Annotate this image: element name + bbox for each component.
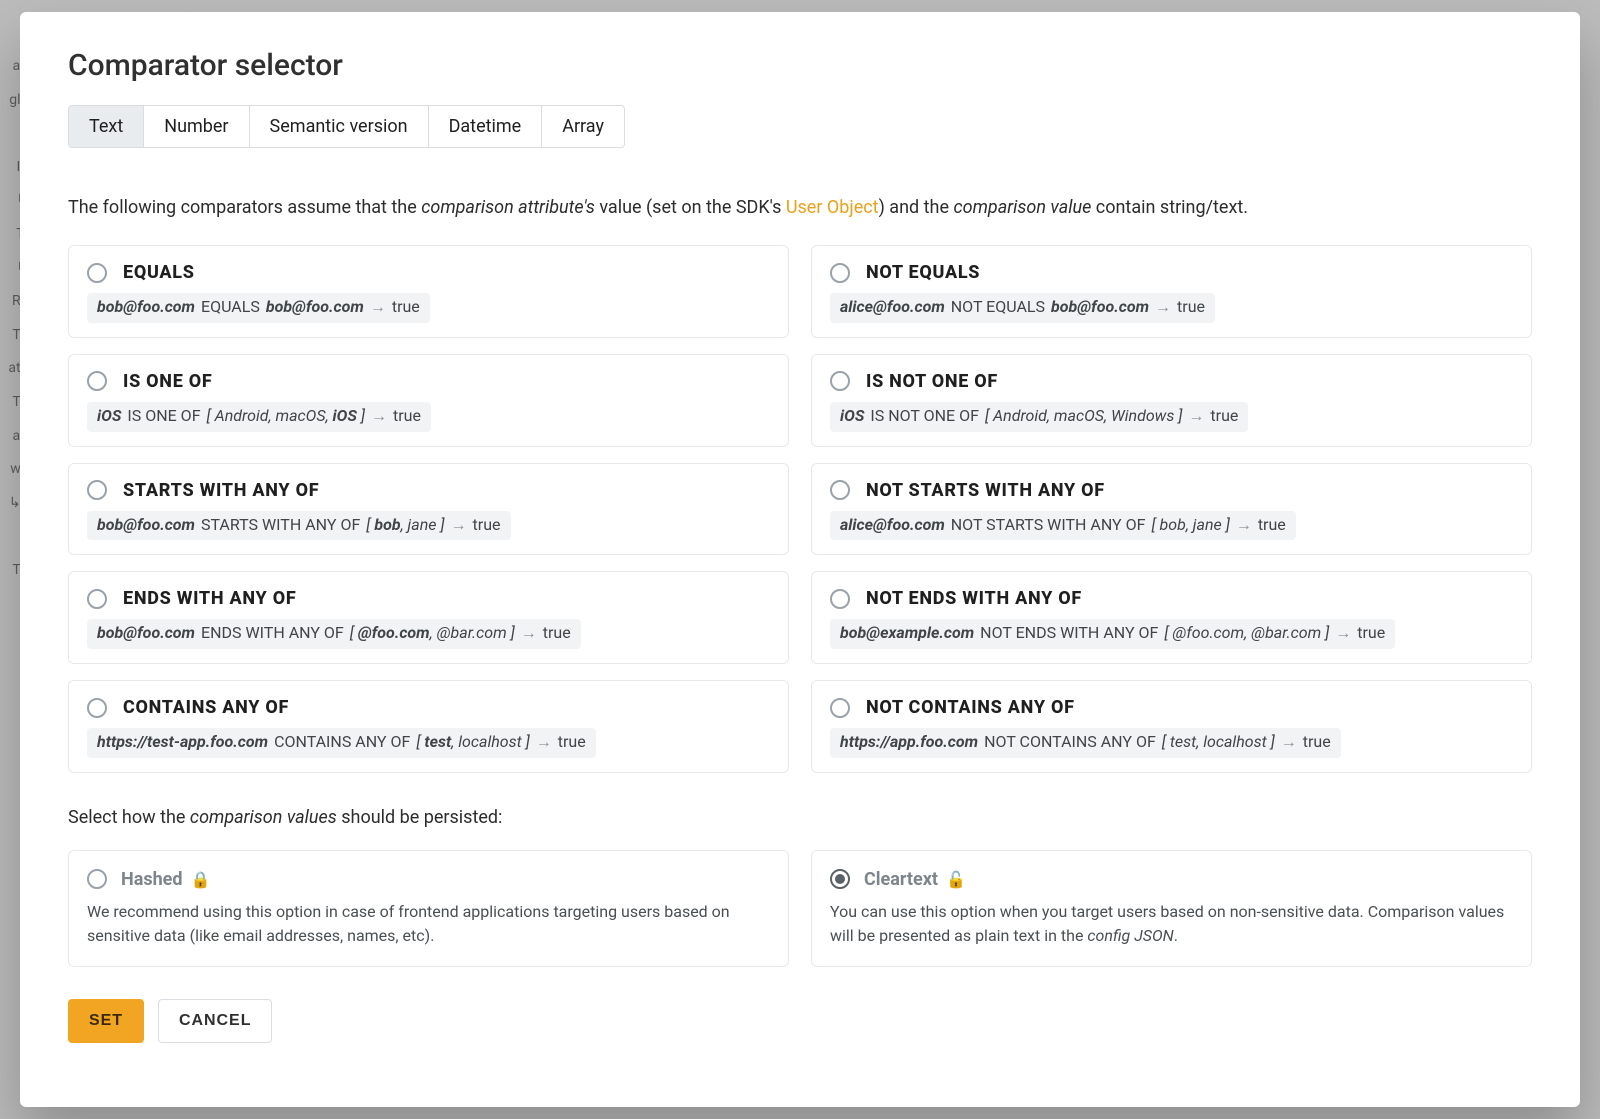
comparator-option-not-starts-with-any-of[interactable]: NOT STARTS WITH ANY OF alice@foo.com NOT … — [811, 463, 1532, 556]
comparator-option-is-not-one-of[interactable]: IS NOT ONE OF iOS IS NOT ONE OF [ Android… — [811, 354, 1532, 447]
comparator-title: NOT EQUALS — [866, 262, 980, 283]
example-chip: alice@foo.com NOT EQUALS bob@foo.com → t… — [830, 293, 1215, 323]
tab-datetime[interactable]: Datetime — [428, 105, 543, 148]
radio-icon[interactable] — [830, 371, 850, 391]
example-chip: iOS IS ONE OF [ Android, macOS, iOS ] → … — [87, 402, 431, 432]
radio-icon[interactable] — [87, 869, 107, 889]
persist-description: You can use this option when you target … — [830, 900, 1511, 948]
persist-description: We recommend using this option in case o… — [87, 900, 768, 948]
comparator-option-not-equals[interactable]: NOT EQUALS alice@foo.com NOT EQUALS bob@f… — [811, 245, 1532, 338]
tab-text[interactable]: Text — [68, 105, 144, 148]
comparator-title: NOT STARTS WITH ANY OF — [866, 480, 1105, 501]
persist-title: Hashed🔒 — [121, 869, 210, 890]
user-object-link[interactable]: User Object — [786, 197, 879, 218]
persist-option-hashed[interactable]: Hashed🔒 We recommend using this option in… — [68, 850, 789, 967]
dialog-title: Comparator selector — [68, 48, 1532, 83]
tab-semver[interactable]: Semantic version — [249, 105, 429, 148]
example-chip: alice@foo.com NOT STARTS WITH ANY OF [ b… — [830, 511, 1296, 541]
example-chip: bob@foo.com STARTS WITH ANY OF [ bob, ja… — [87, 511, 511, 541]
comparator-option-equals[interactable]: EQUALS bob@foo.com EQUALS bob@foo.com → t… — [68, 245, 789, 338]
example-chip: https://app.foo.com NOT CONTAINS ANY OF … — [830, 728, 1341, 758]
radio-icon[interactable] — [830, 589, 850, 609]
comparator-title: NOT ENDS WITH ANY OF — [866, 588, 1082, 609]
radio-icon[interactable] — [87, 480, 107, 500]
radio-icon[interactable] — [830, 263, 850, 283]
radio-icon[interactable] — [87, 698, 107, 718]
persist-options-grid: Hashed🔒 We recommend using this option in… — [68, 850, 1532, 967]
radio-icon[interactable] — [87, 371, 107, 391]
unlock-icon: 🔓 — [946, 870, 966, 889]
intro-text: The following comparators assume that th… — [68, 194, 1532, 221]
comparator-option-not-ends-with-any-of[interactable]: NOT ENDS WITH ANY OF bob@example.com NOT … — [811, 571, 1532, 664]
tab-array[interactable]: Array — [541, 105, 625, 148]
comparator-selector-dialog: Comparator selector TextNumberSemantic v… — [20, 12, 1580, 1107]
example-chip: bob@foo.com ENDS WITH ANY OF [ @foo.com,… — [87, 619, 581, 649]
lock-icon: 🔒 — [191, 870, 211, 889]
comparator-title: EQUALS — [123, 262, 195, 283]
type-tabs: TextNumberSemantic versionDatetimeArray — [68, 105, 1532, 148]
comparator-title: CONTAINS ANY OF — [123, 697, 289, 718]
persist-title: Cleartext🔓 — [864, 869, 966, 890]
comparator-title: IS NOT ONE OF — [866, 371, 998, 392]
radio-icon[interactable] — [830, 480, 850, 500]
comparator-option-not-contains-any-of[interactable]: NOT CONTAINS ANY OF https://app.foo.com N… — [811, 680, 1532, 773]
set-button[interactable]: SET — [68, 999, 144, 1043]
comparator-title: IS ONE OF — [123, 371, 212, 392]
comparator-option-is-one-of[interactable]: IS ONE OF iOS IS ONE OF [ Android, macOS,… — [68, 354, 789, 447]
example-chip: iOS IS NOT ONE OF [ Android, macOS, Wind… — [830, 402, 1248, 432]
radio-icon[interactable] — [830, 869, 850, 889]
comparator-title: ENDS WITH ANY OF — [123, 588, 296, 609]
comparator-options-grid: EQUALS bob@foo.com EQUALS bob@foo.com → t… — [68, 245, 1532, 773]
comparator-option-starts-with-any-of[interactable]: STARTS WITH ANY OF bob@foo.com STARTS WIT… — [68, 463, 789, 556]
radio-icon[interactable] — [87, 589, 107, 609]
comparator-title: STARTS WITH ANY OF — [123, 480, 319, 501]
example-chip: bob@example.com NOT ENDS WITH ANY OF [ @… — [830, 619, 1395, 649]
cancel-button[interactable]: CANCEL — [158, 999, 272, 1043]
persist-section-label: Select how the comparison values should … — [68, 807, 1532, 828]
example-chip: https://test-app.foo.com CONTAINS ANY OF… — [87, 728, 596, 758]
radio-icon[interactable] — [87, 263, 107, 283]
comparator-option-ends-with-any-of[interactable]: ENDS WITH ANY OF bob@foo.com ENDS WITH AN… — [68, 571, 789, 664]
comparator-option-contains-any-of[interactable]: CONTAINS ANY OF https://test-app.foo.com … — [68, 680, 789, 773]
comparator-title: NOT CONTAINS ANY OF — [866, 697, 1075, 718]
radio-icon[interactable] — [830, 698, 850, 718]
persist-option-cleartext[interactable]: Cleartext🔓 You can use this option when y… — [811, 850, 1532, 967]
tab-number[interactable]: Number — [143, 105, 249, 148]
example-chip: bob@foo.com EQUALS bob@foo.com → true — [87, 293, 430, 323]
